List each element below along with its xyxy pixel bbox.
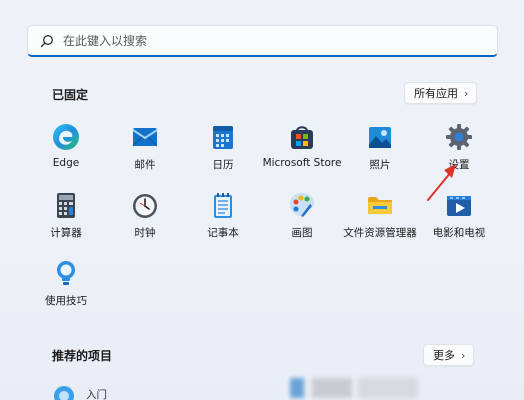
edge-icon (51, 122, 81, 152)
all-apps-label: 所有应用 (414, 87, 458, 100)
app-label-tips: 使用技巧 (45, 295, 87, 307)
app-tile-calculator[interactable]: 计算器 (22, 190, 110, 248)
clock-icon (130, 190, 160, 220)
app-tile-file-explorer[interactable]: 文件资源管理器 (336, 190, 424, 248)
recommended-section-title: 推荐的项目 (52, 349, 113, 363)
search-icon (39, 33, 55, 49)
app-label-clock: 时钟 (134, 227, 156, 239)
chevron-right-icon: › (461, 348, 466, 362)
settings-icon (444, 122, 474, 152)
search-input[interactable]: 在此键入以搜索 (27, 25, 498, 57)
store-icon (287, 122, 317, 152)
app-tile-calendar[interactable]: 日历 (179, 122, 267, 180)
photos-icon (365, 122, 395, 152)
app-label-store: Microsoft Store (262, 157, 342, 169)
app-tile-store[interactable]: Microsoft Store (258, 122, 346, 180)
app-tile-paint[interactable]: 画图 (258, 190, 346, 248)
all-apps-button[interactable]: 所有应用 › (404, 82, 478, 104)
chevron-right-icon: › (464, 86, 469, 100)
app-label-edge: Edge (52, 157, 80, 169)
app-label-calculator: 计算器 (50, 227, 82, 239)
app-tile-settings[interactable]: 设置 (415, 122, 503, 180)
app-tile-movies-tv[interactable]: 电影和电视 (415, 190, 503, 248)
app-tile-notepad[interactable]: 记事本 (179, 190, 267, 248)
app-label-photos: 照片 (369, 159, 391, 171)
paint-icon (287, 190, 317, 220)
movies-tv-icon (444, 190, 474, 220)
more-button[interactable]: 更多 › (423, 344, 475, 366)
app-label-movies-tv: 电影和电视 (432, 227, 486, 239)
file-explorer-icon (365, 190, 395, 220)
app-label-settings: 设置 (448, 159, 470, 171)
app-tile-clock[interactable]: 时钟 (101, 190, 189, 248)
more-label: 更多 (433, 349, 455, 362)
app-label-paint: 画图 (291, 227, 313, 239)
tips-icon (51, 258, 81, 288)
app-tile-mail[interactable]: 邮件 (101, 122, 189, 180)
calculator-icon (51, 190, 81, 220)
app-label-notepad: 记事本 (207, 227, 239, 239)
app-label-mail: 邮件 (134, 159, 156, 171)
blurred-item-detail (358, 378, 418, 398)
search-placeholder: 在此键入以搜索 (63, 34, 148, 48)
pinned-section-title: 已固定 (52, 88, 89, 102)
app-label-file-explorer: 文件资源管理器 (343, 227, 417, 239)
recommended-item-label: 入门 (86, 388, 107, 400)
app-tile-edge[interactable]: Edge (22, 122, 110, 180)
mail-icon (130, 122, 160, 152)
app-tile-tips[interactable]: 使用技巧 (22, 258, 110, 316)
app-label-calendar: 日历 (212, 159, 234, 171)
get-started-icon (52, 380, 76, 400)
notepad-icon (208, 190, 238, 220)
start-menu: 在此键入以搜索 已固定 所有应用 › Edge 邮件 日历 Microsoft … (0, 0, 524, 400)
app-tile-photos[interactable]: 照片 (336, 122, 424, 180)
file-icon (290, 378, 304, 398)
blurred-item-name (312, 378, 352, 398)
calendar-icon (208, 122, 238, 152)
recommended-item-get-started[interactable]: 入门 (52, 380, 107, 400)
